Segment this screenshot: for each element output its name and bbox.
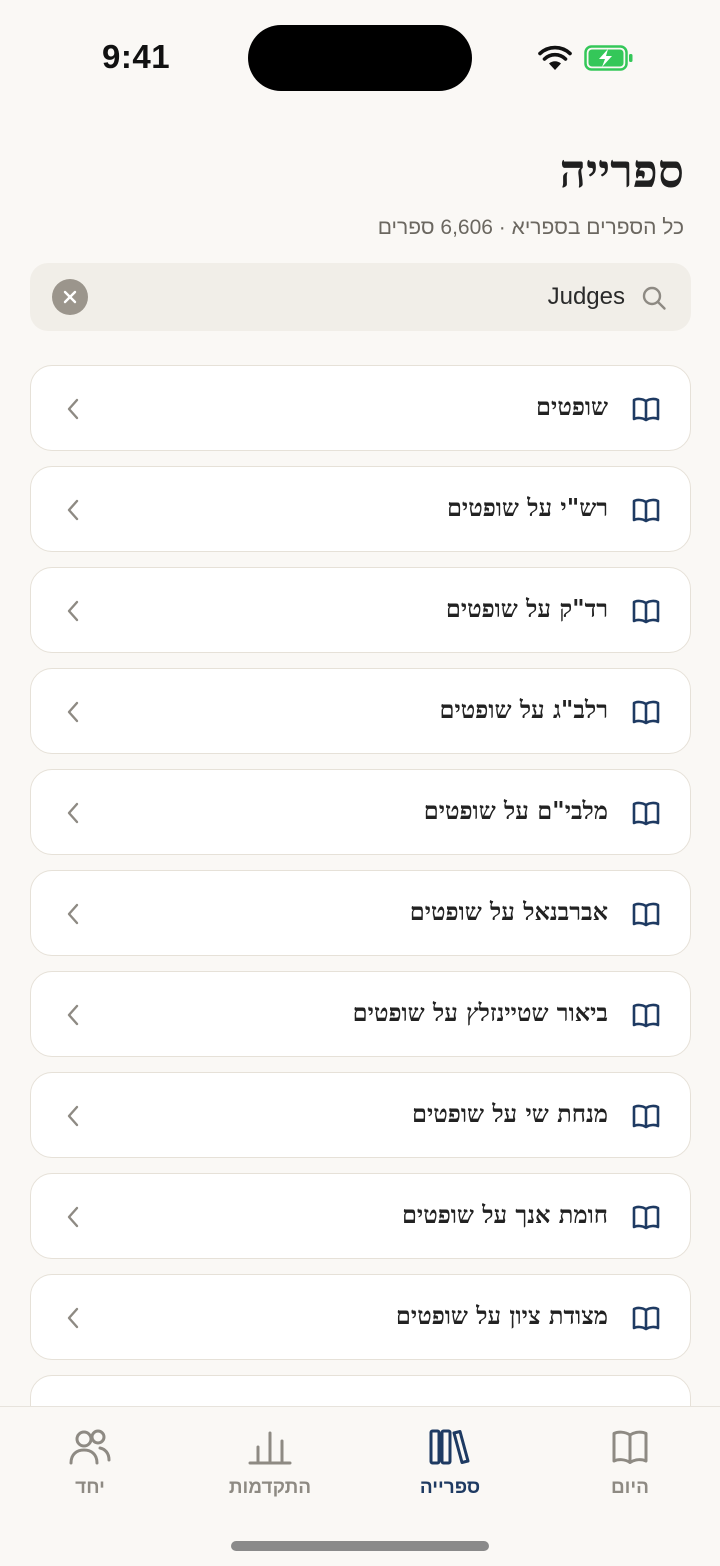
book-icon [632,1205,660,1230]
close-icon [63,290,77,304]
clear-search-button[interactable] [52,279,88,315]
search-icon [642,286,666,310]
list-item-label: שופטים [536,392,608,421]
book-icon [632,801,660,826]
list-item[interactable]: רלב"ג על שופטים [30,668,691,754]
tab-together[interactable]: יחד [15,1427,165,1517]
open-book-icon [612,1430,648,1464]
chevron-left-icon [67,1004,79,1026]
chevron-left-icon [67,398,79,420]
list-item[interactable]: ביאור שטיינזלץ על שופטים [30,971,691,1057]
list-item[interactable]: רש"י על שופטים [30,466,691,552]
chevron-left-icon [67,802,79,824]
list-item-label: רש"י על שופטים [446,493,608,522]
home-indicator [231,1541,489,1551]
list-item[interactable]: רד"ק על שופטים [30,567,691,653]
list-item[interactable]: חומת אנך על שופטים [30,1173,691,1259]
search-input[interactable] [145,277,625,317]
tab-label: היום [611,1477,649,1498]
list-item-label: אברבנאל על שופטים [409,897,608,926]
search-bar [30,263,691,331]
book-icon [632,1306,660,1331]
results-list: שופטים רש"י על שופטים רד"ק על שופטים רלב… [30,365,691,1407]
list-item[interactable] [30,1375,691,1407]
dynamic-island [248,25,472,91]
library-icon [429,1429,470,1465]
list-item-label: חומת אנך על שופטים [401,1200,608,1229]
list-item-label: ביאור שטיינזלץ על שופטים [352,998,608,1027]
chevron-left-icon [67,499,79,521]
chevron-left-icon [67,701,79,723]
list-item-label: מצודת ציון על שופטים [395,1301,608,1330]
bar-chart-icon [248,1431,292,1465]
chevron-left-icon [67,1206,79,1228]
battery-icon [584,45,633,71]
chevron-left-icon [67,1307,79,1329]
tab-label: התקדמות [228,1477,312,1498]
list-item-label: מנחת שי על שופטים [412,1099,608,1128]
book-icon [632,902,660,927]
book-icon [632,498,660,523]
page-title: ספרייה [559,144,684,198]
status-time: 9:41 [102,38,171,75]
book-icon [632,397,660,422]
tab-today[interactable]: היום [555,1427,705,1517]
status-bar: 9:41 [0,0,720,116]
chevron-left-icon [67,1105,79,1127]
people-icon [69,1429,111,1465]
book-icon [632,1104,660,1129]
chevron-left-icon [67,600,79,622]
library-subtitle: כל הספרים בספריא · 6,606 ספרים [377,216,684,239]
tab-label: ספרייה [419,1477,481,1498]
tab-progress[interactable]: התקדמות [195,1427,345,1517]
list-item-label: רלב"ג על שופטים [439,695,608,724]
book-icon [632,1003,660,1028]
chevron-left-icon [67,903,79,925]
book-icon [632,700,660,725]
tab-library[interactable]: ספרייה [375,1427,525,1517]
list-item[interactable]: אברבנאל על שופטים [30,870,691,956]
book-icon [632,599,660,624]
list-item[interactable]: מצודת ציון על שופטים [30,1274,691,1360]
wifi-icon [538,45,572,70]
tab-label: יחד [75,1477,105,1498]
list-item[interactable]: שופטים [30,365,691,451]
list-item-label: רד"ק על שופטים [445,594,608,623]
list-item[interactable]: מלבי"ם על שופטים [30,769,691,855]
list-item-label: מלבי"ם על שופטים [423,796,608,825]
list-item[interactable]: מנחת שי על שופטים [30,1072,691,1158]
